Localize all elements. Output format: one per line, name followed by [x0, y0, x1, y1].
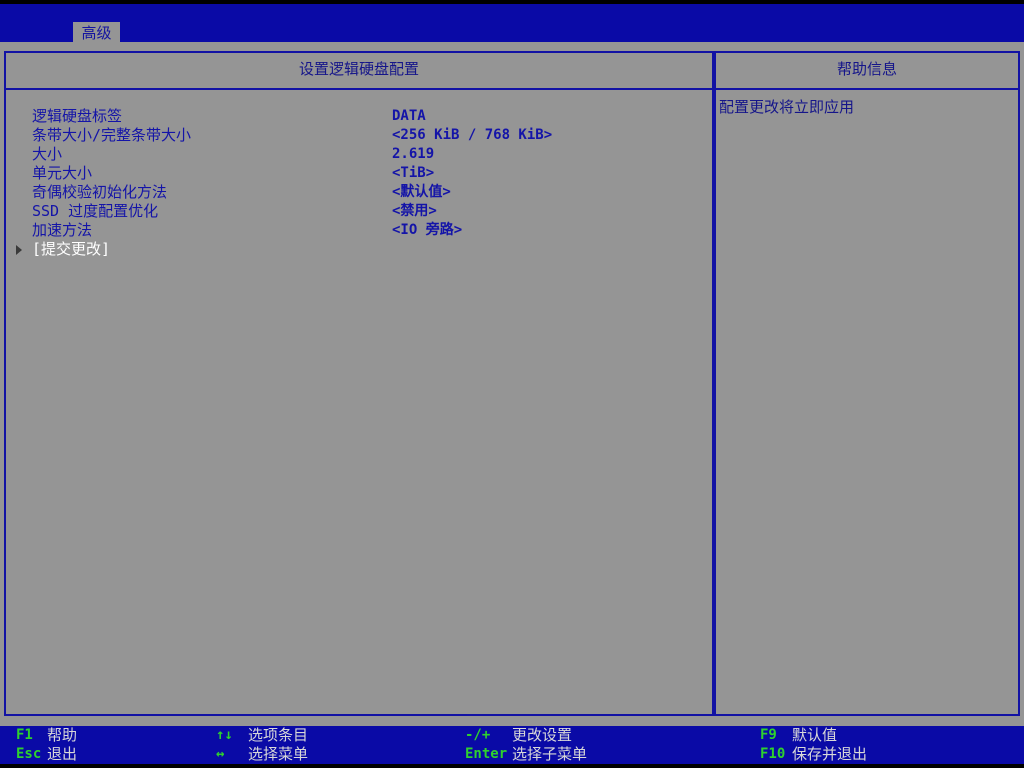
key-enter-desc: 选择子菜单 [512, 745, 588, 763]
key-minus-plus: -/+ [465, 727, 491, 743]
help-panel-divider [716, 88, 1018, 90]
key-leftright-desc: 选择菜单 [248, 745, 309, 763]
help-panel-title: 帮助信息 [836, 60, 897, 78]
setting-value: <禁用> [392, 203, 437, 219]
submit-changes-item[interactable]: [提交更改] [6, 240, 706, 259]
setting-value: <TiB> [392, 165, 435, 181]
key-enter: Enter [465, 746, 508, 762]
submenu-arrow-icon [16, 245, 22, 255]
setting-value: <256 KiB / 768 KiB> [392, 127, 553, 143]
key-f9: F9 [760, 727, 777, 743]
key-esc-desc: 退出 [47, 745, 78, 763]
setting-label: 单元大小 [32, 164, 93, 182]
setting-value: <默认值> [392, 184, 451, 200]
settings-panel-divider [6, 88, 712, 90]
setting-label: 奇偶校验初始化方法 [32, 183, 168, 201]
setting-row-size[interactable]: 大小 2.619 [6, 145, 706, 164]
help-text: 配置更改将立即应用 [719, 98, 855, 116]
key-updown-desc: 选项条目 [248, 726, 309, 744]
setting-row-ssd-overprovision[interactable]: SSD 过度配置优化 <禁用> [6, 202, 706, 221]
setting-label: 逻辑硬盘标签 [32, 107, 123, 125]
settings-panel-title: 设置逻辑硬盘配置 [298, 60, 419, 78]
settings-panel: 设置逻辑硬盘配置 逻辑硬盘标签 DATA 条带大小/完整条带大小 <256 Ki… [4, 51, 714, 716]
setting-row-acceleration-method[interactable]: 加速方法 <IO 旁路> [6, 221, 706, 240]
key-legend-bar: F1 帮助 Esc 退出 ↑↓ 选项条目 ↔ 选择菜单 -/+ 更改设置 Ent… [0, 726, 1024, 764]
key-f1-desc: 帮助 [47, 726, 78, 744]
setting-value: 2.619 [392, 146, 435, 162]
key-f1: F1 [16, 727, 33, 743]
key-updown: ↑↓ [216, 727, 233, 743]
top-menu-bar: 高级 [0, 4, 1024, 44]
key-f10-desc: 保存并退出 [792, 745, 868, 763]
main-panel: 设置逻辑硬盘配置 逻辑硬盘标签 DATA 条带大小/完整条带大小 <256 Ki… [0, 42, 1024, 726]
setting-label: 条带大小/完整条带大小 [32, 126, 192, 144]
key-f10: F10 [760, 746, 786, 762]
key-minus-plus-desc: 更改设置 [512, 726, 573, 744]
setting-row-unit-size[interactable]: 单元大小 <TiB> [6, 164, 706, 183]
tab-advanced[interactable]: 高级 [73, 22, 120, 44]
setting-value: DATA [392, 108, 426, 124]
setting-label: SSD 过度配置优化 [32, 202, 159, 220]
key-f9-desc: 默认值 [792, 726, 838, 744]
setting-label: 加速方法 [32, 221, 93, 239]
setting-row-stripe-size[interactable]: 条带大小/完整条带大小 <256 KiB / 768 KiB> [6, 126, 706, 145]
setting-label: 大小 [32, 145, 63, 163]
submit-changes-label: [提交更改] [32, 240, 111, 258]
setting-row-parity-init[interactable]: 奇偶校验初始化方法 <默认值> [6, 183, 706, 202]
setting-value: <IO 旁路> [392, 222, 463, 238]
key-leftright: ↔ [216, 746, 225, 762]
key-esc: Esc [16, 746, 42, 762]
setting-row-logical-drive-label[interactable]: 逻辑硬盘标签 DATA [6, 107, 706, 126]
help-panel: 帮助信息 配置更改将立即应用 [714, 51, 1020, 716]
bios-screen: 高级 设置逻辑硬盘配置 逻辑硬盘标签 DATA 条带大小/完整条带大小 <256… [0, 0, 1024, 768]
